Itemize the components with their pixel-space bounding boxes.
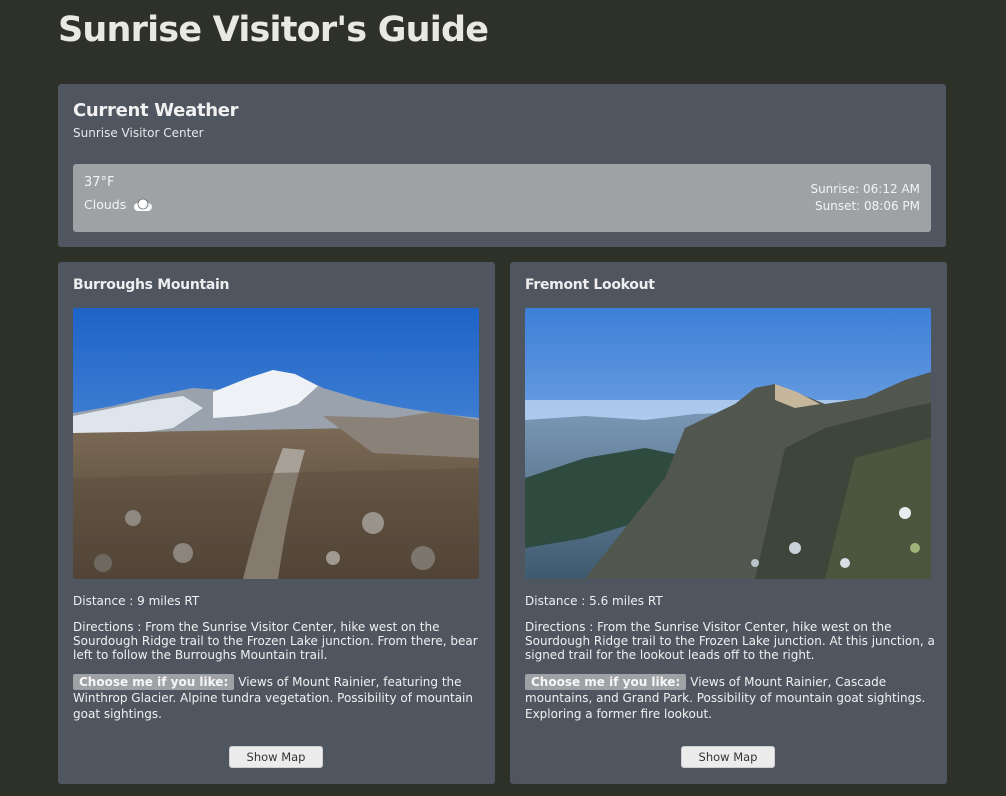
trail-card-fremont: Fremont Lookout Distance: 5.6 miles RT …	[510, 262, 947, 784]
trail-distance: Distance : 9 miles RT	[73, 594, 200, 608]
weather-heading: Current Weather	[73, 100, 239, 121]
trail-directions: Directions : From the Sunrise Visitor Ce…	[525, 620, 935, 662]
sun-times: Sunrise: 06:12 AM Sunset: 08:06 PM	[810, 181, 920, 215]
weather-panel: Current Weather Sunrise Visitor Center 3…	[58, 84, 946, 247]
page-title: Sunrise Visitor's Guide	[58, 10, 489, 50]
show-map-button[interactable]: Show Map	[681, 746, 775, 768]
sunset-time: Sunset: 08:06 PM	[814, 199, 920, 213]
show-map-button[interactable]: Show Map	[229, 746, 323, 768]
temperature: 37°F	[84, 175, 115, 190]
trail-title: Burroughs Mountain	[73, 277, 230, 293]
cloud-icon	[131, 198, 153, 212]
trail-distance: Distance : 5.6 miles RT	[525, 594, 663, 608]
trail-directions: Directions : From the Sunrise Visitor Ce…	[73, 620, 478, 662]
trail-photo	[525, 308, 931, 579]
conditions-label: Clouds	[84, 197, 127, 212]
weather-location: Sunrise Visitor Center	[73, 126, 204, 140]
trail-highlights: Choose me if you like: Views of Mount Rai…	[73, 674, 485, 722]
choose-me-tag: Choose me if you like:	[73, 674, 235, 690]
trail-card-burroughs: Burroughs Mountain Distance: 9 miles RT…	[58, 262, 495, 784]
weather-summary: 37°F Clouds Sunrise: 06:12 AM Sunset: 08…	[73, 164, 931, 232]
trail-title: Fremont Lookout	[525, 277, 655, 293]
weather-conditions: Clouds	[84, 197, 153, 212]
trail-highlights: Choose me if you like: Views of Mount Rai…	[525, 674, 937, 722]
trail-photo	[73, 308, 479, 579]
choose-me-tag: Choose me if you like:	[525, 674, 687, 690]
sunrise-time: Sunrise: 06:12 AM	[810, 182, 920, 196]
